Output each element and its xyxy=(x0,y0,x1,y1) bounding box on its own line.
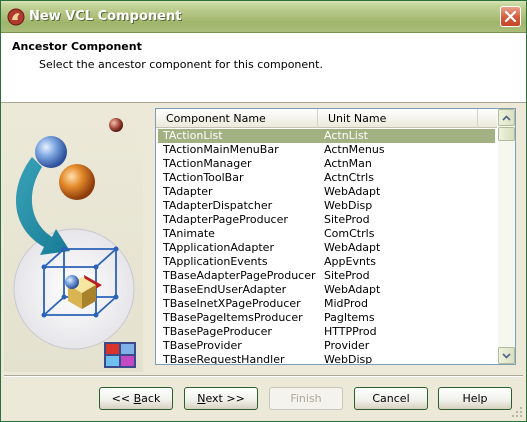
component-name-cell: TAnimate xyxy=(163,227,215,240)
unit-name-cell: ActnMan xyxy=(324,157,372,170)
unit-name-cell: WebAdapt xyxy=(324,185,381,198)
component-name-cell: TAdapterPageProducer xyxy=(163,213,288,226)
component-name-cell: TApplicationAdapter xyxy=(163,241,274,254)
unit-name-cell: AppEvnts xyxy=(324,255,376,268)
list-item[interactable]: TBaseAdapterPageProducer SiteProd xyxy=(158,269,495,283)
list-item[interactable]: TAdapterPageProducer SiteProd xyxy=(158,213,495,227)
help-button[interactable]: Help xyxy=(438,387,512,410)
list-item[interactable]: TBasePageProducer HTTPProd xyxy=(158,325,495,339)
unit-name-cell: PagItems xyxy=(324,311,375,324)
list-item[interactable]: TActionList ActnList xyxy=(158,129,495,143)
list-item[interactable]: TBaseEndUserAdapter WebAdapt xyxy=(158,283,495,297)
vertical-scrollbar[interactable] xyxy=(498,109,515,364)
back-button-accel: B xyxy=(133,392,142,405)
list-item[interactable]: TBaseProvider Provider xyxy=(158,339,495,353)
component-name-cell: TBasePageItemsProducer xyxy=(163,311,303,324)
component-name-cell: TBaseAdapterPageProducer xyxy=(163,269,316,282)
scroll-up-button[interactable] xyxy=(498,109,515,126)
close-icon xyxy=(505,11,516,22)
list-item[interactable]: TAdapterDispatcher WebDisp xyxy=(158,199,495,213)
component-name-cell: TBaseRequestHandler xyxy=(163,353,285,364)
unit-name-cell: WebDisp xyxy=(324,353,373,364)
wizard-header: Ancestor Component Select the ancestor c… xyxy=(1,33,526,103)
unit-name-cell: ActnCtrls xyxy=(324,171,374,184)
cancel-button[interactable]: Cancel xyxy=(354,387,428,410)
list-header: Component Name Unit Name xyxy=(156,109,497,128)
list-item[interactable]: TBaseRequestHandler WebDisp xyxy=(158,353,495,364)
unit-name-cell: ComCtrls xyxy=(324,227,375,240)
unit-name-cell: MidProd xyxy=(324,297,368,310)
column-header-unit-name[interactable]: Unit Name xyxy=(318,109,478,128)
next-button-rest: ext >> xyxy=(205,392,245,405)
resize-grip-icon[interactable] xyxy=(511,406,523,418)
component-name-cell: TActionManager xyxy=(163,157,252,170)
list-item[interactable]: TActionManager ActnMan xyxy=(158,157,495,171)
list-item[interactable]: TAnimate ComCtrls xyxy=(158,227,495,241)
back-button-prefix: << xyxy=(111,392,134,405)
header-title: Ancestor Component xyxy=(12,40,142,53)
unit-name-cell: Provider xyxy=(324,339,370,352)
scroll-down-button[interactable] xyxy=(498,347,515,364)
component-name-cell: TApplicationEvents xyxy=(163,255,268,268)
component-name-cell: TAdapter xyxy=(163,185,213,198)
dialog-window: New VCL Component Ancestor Component Sel… xyxy=(0,0,527,422)
back-button[interactable]: << Back xyxy=(99,387,173,410)
list-item[interactable]: TApplicationAdapter WebAdapt xyxy=(158,241,495,255)
scroll-thumb[interactable] xyxy=(498,127,515,141)
back-button-rest: ack xyxy=(141,392,161,405)
component-name-cell: TActionMainMenuBar xyxy=(163,143,279,156)
unit-name-cell: ActnList xyxy=(324,129,368,142)
list-item[interactable]: TBaseInetXPageProducer MidProd xyxy=(158,297,495,311)
window-title: New VCL Component xyxy=(29,9,182,24)
component-list[interactable]: Component Name Unit Name TActionList Actn… xyxy=(155,108,516,365)
scroll-up-arrow-icon xyxy=(502,114,511,121)
finish-button[interactable]: Finish xyxy=(269,387,343,410)
component-name-cell: TActionList xyxy=(163,129,223,142)
header-subtitle: Select the ancestor component for this c… xyxy=(39,58,323,71)
scroll-down-arrow-icon xyxy=(502,352,511,359)
component-name-cell: TAdapterDispatcher xyxy=(163,199,273,212)
list-rows: TActionList ActnList TActionMainMenuBar Act… xyxy=(158,129,495,364)
unit-name-cell: HTTPProd xyxy=(324,325,377,338)
unit-name-cell: WebAdapt xyxy=(324,283,381,296)
unit-name-cell: SiteProd xyxy=(324,269,370,282)
unit-name-cell: WebDisp xyxy=(324,199,373,212)
wizard-illustration xyxy=(4,107,143,372)
footer-separator xyxy=(4,375,523,377)
component-name-cell: TBaseProvider xyxy=(163,339,242,352)
list-item[interactable]: TActionMainMenuBar ActnMenus xyxy=(158,143,495,157)
component-name-cell: TBasePageProducer xyxy=(163,325,272,338)
component-name-cell: TBaseEndUserAdapter xyxy=(163,283,287,296)
title-bar[interactable]: New VCL Component xyxy=(1,1,526,33)
next-button-accel: N xyxy=(197,392,206,405)
component-name-cell: TActionToolBar xyxy=(163,171,244,184)
unit-name-cell: ActnMenus xyxy=(324,143,385,156)
unit-name-cell: WebAdapt xyxy=(324,241,381,254)
next-button[interactable]: Next >> xyxy=(184,387,258,410)
component-wizard-icon xyxy=(7,8,25,26)
close-button[interactable] xyxy=(500,6,521,27)
unit-name-cell: SiteProd xyxy=(324,213,370,226)
column-header-component-name[interactable]: Component Name xyxy=(156,109,318,128)
list-item[interactable]: TActionToolBar ActnCtrls xyxy=(158,171,495,185)
list-item[interactable]: TBasePageItemsProducer PagItems xyxy=(158,311,495,325)
component-name-cell: TBaseInetXPageProducer xyxy=(163,297,301,310)
list-item[interactable]: TApplicationEvents AppEvnts xyxy=(158,255,495,269)
list-item[interactable]: TAdapter WebAdapt xyxy=(158,185,495,199)
